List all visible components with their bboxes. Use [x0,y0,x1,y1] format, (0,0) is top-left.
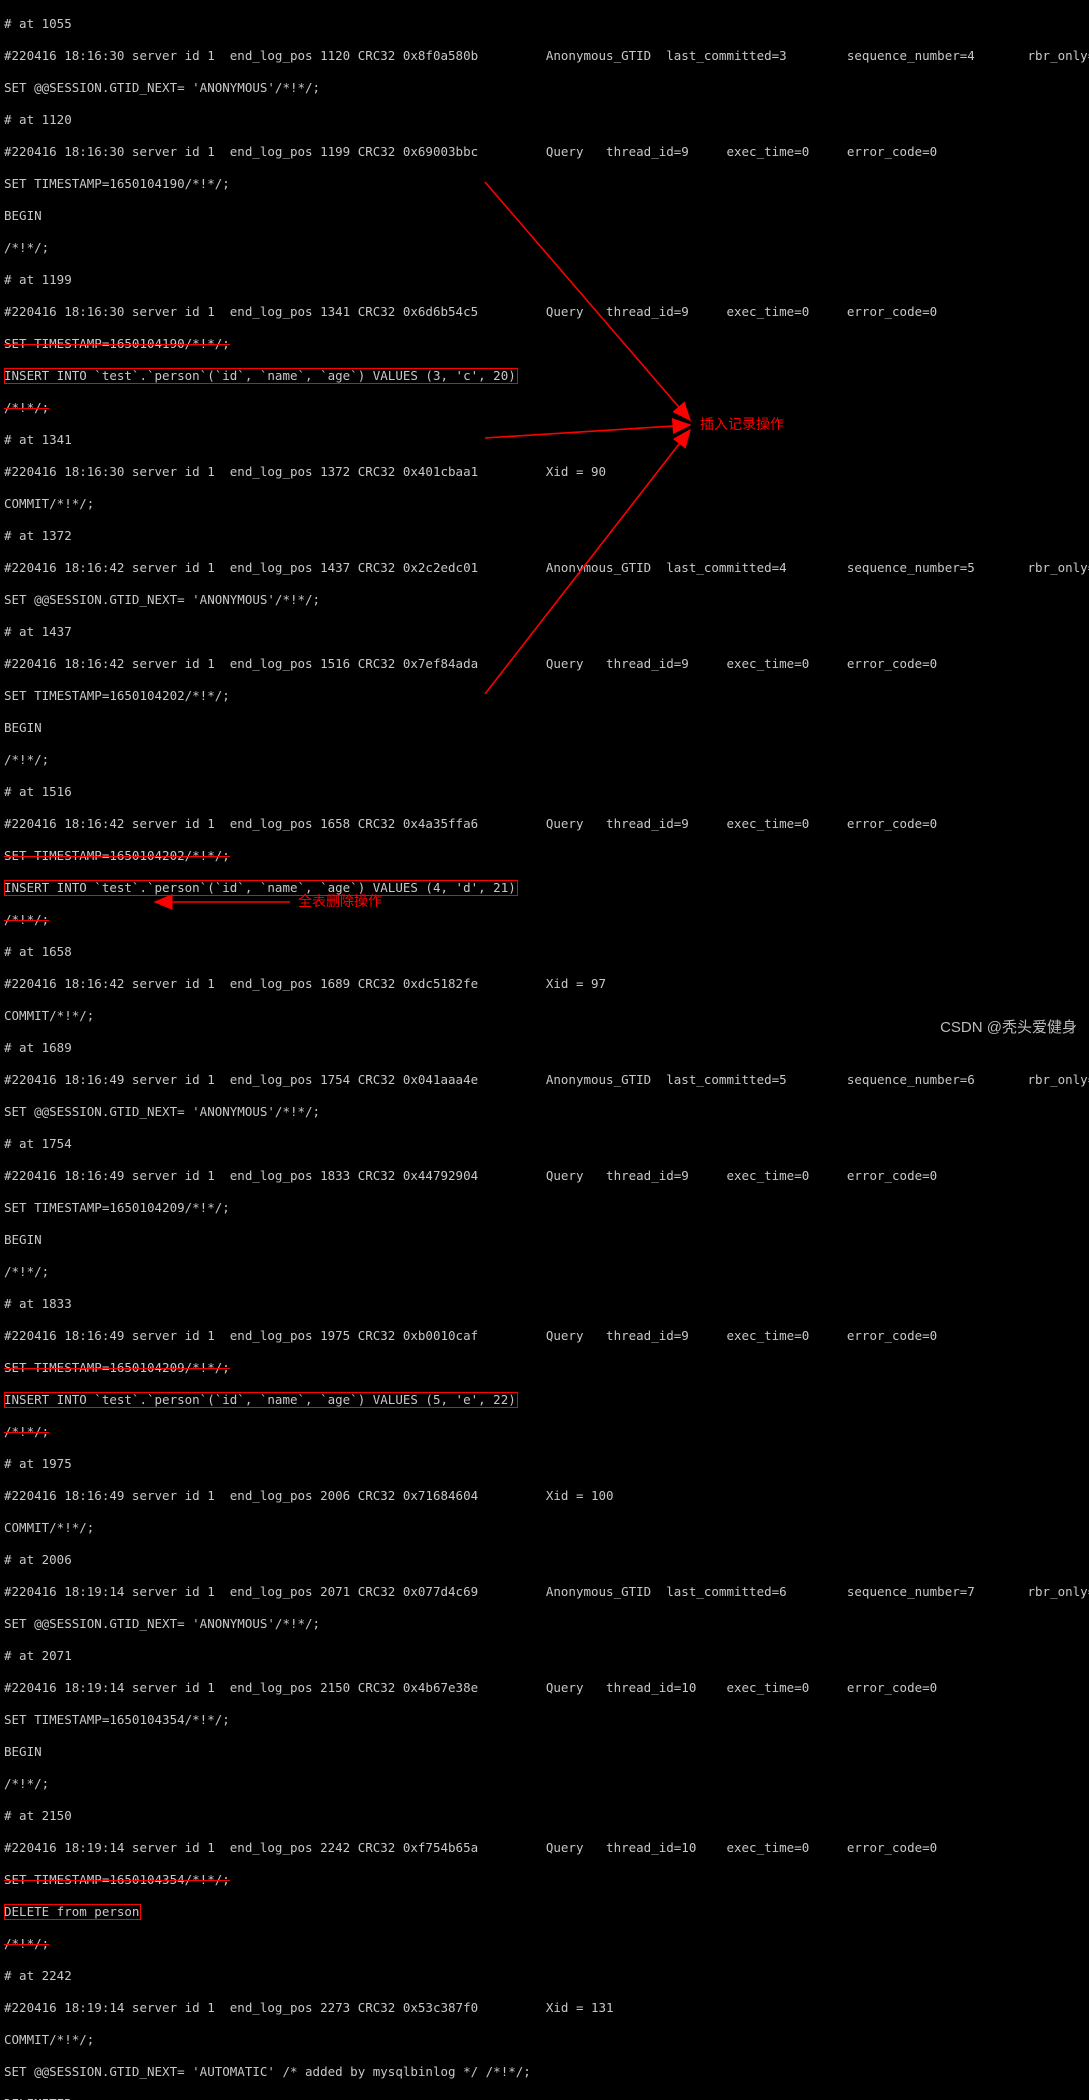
log-line: SET TIMESTAMP=1650104202/*!*/; [4,688,1085,704]
log-line: SET @@SESSION.GTID_NEXT= 'ANONYMOUS'/*!*… [4,1616,1085,1632]
log-line: # at 1372 [4,528,1085,544]
log-line: SET @@SESSION.GTID_NEXT= 'ANONYMOUS'/*!*… [4,1104,1085,1120]
log-line: BEGIN [4,1232,1085,1248]
log-line: /*!*/; [4,1776,1085,1792]
log-line: # at 1341 [4,432,1085,448]
log-line: COMMIT/*!*/; [4,1008,1085,1024]
log-line: #220416 18:19:14 server id 1 end_log_pos… [4,1680,1085,1696]
log-line: # at 2006 [4,1552,1085,1568]
log-line: #220416 18:19:14 server id 1 end_log_pos… [4,1840,1085,1856]
log-line-struck: SET TIMESTAMP=1650104202/*!*/; [4,848,1085,864]
log-line: COMMIT/*!*/; [4,2032,1085,2048]
log-line-struck: /*!*/; [4,912,1085,928]
log-line: #220416 18:16:42 server id 1 end_log_pos… [4,656,1085,672]
log-line: /*!*/; [4,752,1085,768]
log-line-struck: SET TIMESTAMP=1650104190/*!*/; [4,336,1085,352]
terminal-output[interactable]: # at 1055 #220416 18:16:30 server id 1 e… [0,0,1089,1050]
log-line-struck: /*!*/; [4,1936,1085,1952]
log-line-struck: SET TIMESTAMP=1650104354/*!*/; [4,1872,1085,1888]
log-line: #220416 18:16:42 server id 1 end_log_pos… [4,816,1085,832]
log-line: COMMIT/*!*/; [4,1520,1085,1536]
annotation-insert: 插入记录操作 [700,416,784,432]
log-line: #220416 18:16:42 server id 1 end_log_pos… [4,976,1085,992]
log-line: SET TIMESTAMP=1650104354/*!*/; [4,1712,1085,1728]
log-line: #220416 18:16:30 server id 1 end_log_pos… [4,304,1085,320]
log-line: BEGIN [4,720,1085,736]
log-line: SET TIMESTAMP=1650104209/*!*/; [4,1200,1085,1216]
log-line: #220416 18:16:49 server id 1 end_log_pos… [4,1328,1085,1344]
log-line-struck: /*!*/; [4,400,1085,416]
log-line: # at 2071 [4,1648,1085,1664]
log-line: # at 1199 [4,272,1085,288]
log-line: # at 2150 [4,1808,1085,1824]
log-line: DELIMITER ; [4,2096,1085,2100]
log-line-struck: SET TIMESTAMP=1650104209/*!*/; [4,1360,1085,1376]
watermark: CSDN @秃头爱健身 [940,1020,1077,1036]
log-line: # at 1833 [4,1296,1085,1312]
log-line: #220416 18:16:30 server id 1 end_log_pos… [4,464,1085,480]
log-line: SET @@SESSION.GTID_NEXT= 'ANONYMOUS'/*!*… [4,592,1085,608]
log-line: #220416 18:16:49 server id 1 end_log_pos… [4,1168,1085,1184]
log-line: # at 1055 [4,16,1085,32]
log-line: # at 1516 [4,784,1085,800]
log-line: # at 1689 [4,1040,1085,1056]
log-line: # at 1437 [4,624,1085,640]
log-line: # at 1975 [4,1456,1085,1472]
log-line: #220416 18:16:42 server id 1 end_log_pos… [4,560,1085,576]
log-line: BEGIN [4,208,1085,224]
delete-statement: DELETE from person [4,1904,1085,1920]
log-line: BEGIN [4,1744,1085,1760]
log-line: #220416 18:16:49 server id 1 end_log_pos… [4,1072,1085,1088]
log-line: #220416 18:16:30 server id 1 end_log_pos… [4,48,1085,64]
log-line: #220416 18:16:49 server id 1 end_log_pos… [4,1488,1085,1504]
log-line: #220416 18:19:14 server id 1 end_log_pos… [4,2000,1085,2016]
log-line: /*!*/; [4,240,1085,256]
annotation-delete: 全表删除操作 [298,893,382,909]
log-line: SET TIMESTAMP=1650104190/*!*/; [4,176,1085,192]
log-line: # at 2242 [4,1968,1085,1984]
log-line: # at 1658 [4,944,1085,960]
log-line: SET @@SESSION.GTID_NEXT= 'ANONYMOUS'/*!*… [4,80,1085,96]
insert-statement-3: INSERT INTO `test`.`person`(`id`, `name`… [4,1392,1085,1408]
log-line: /*!*/; [4,1264,1085,1280]
log-line: # at 1754 [4,1136,1085,1152]
insert-statement-1: INSERT INTO `test`.`person`(`id`, `name`… [4,368,1085,384]
log-line: SET @@SESSION.GTID_NEXT= 'AUTOMATIC' /* … [4,2064,1085,2080]
insert-statement-2: INSERT INTO `test`.`person`(`id`, `name`… [4,880,1085,896]
log-line: # at 1120 [4,112,1085,128]
log-line: #220416 18:19:14 server id 1 end_log_pos… [4,1584,1085,1600]
log-line: COMMIT/*!*/; [4,496,1085,512]
log-line: #220416 18:16:30 server id 1 end_log_pos… [4,144,1085,160]
log-line-struck: /*!*/; [4,1424,1085,1440]
